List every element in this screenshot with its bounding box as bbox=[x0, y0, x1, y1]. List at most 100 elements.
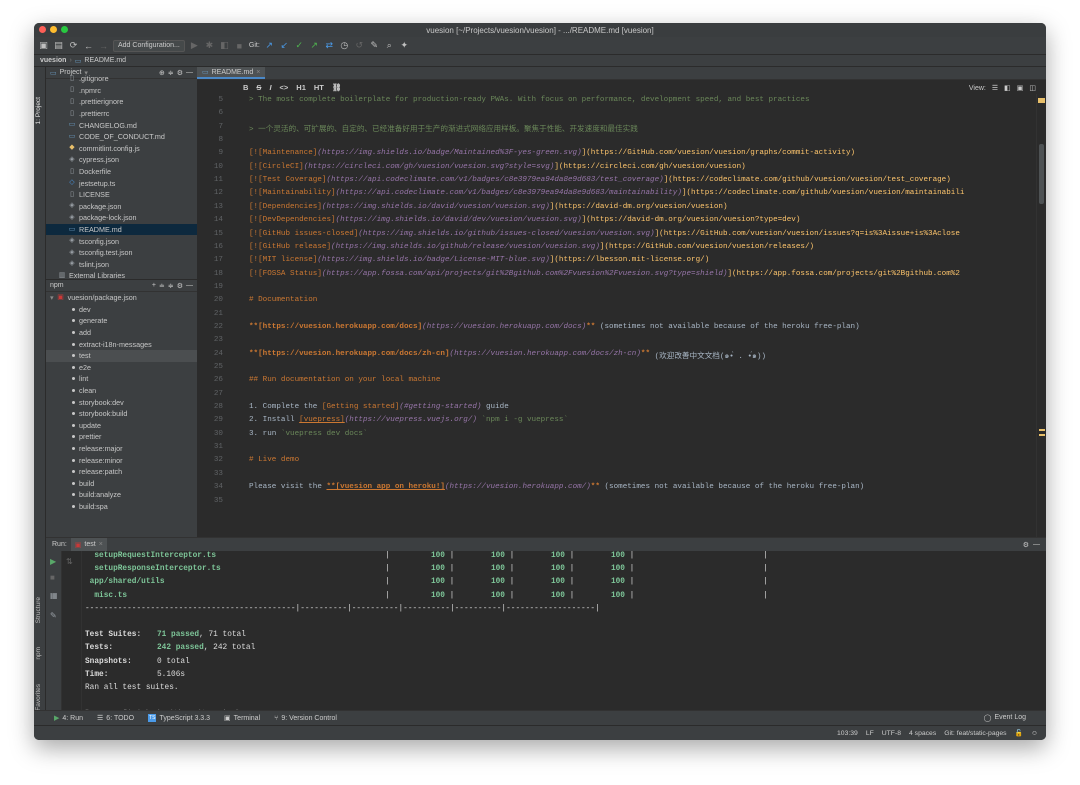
git-pull-icon[interactable]: ↙ bbox=[279, 40, 290, 51]
collapse-icon[interactable]: ≑ bbox=[168, 282, 174, 290]
open-folder-icon[interactable]: ▣ bbox=[38, 40, 49, 51]
scroll-thumb[interactable] bbox=[1039, 144, 1044, 204]
wrench-icon[interactable]: ✎ bbox=[369, 40, 380, 51]
git-push-icon[interactable]: ↗ bbox=[309, 40, 320, 51]
hide-icon[interactable]: — bbox=[1033, 541, 1046, 548]
caret-position[interactable]: 103:39 bbox=[837, 730, 858, 737]
debug-icon[interactable]: ✱ bbox=[204, 40, 215, 51]
breadcrumb-project[interactable]: vuesion bbox=[40, 57, 66, 64]
npm-script-item[interactable]: build bbox=[46, 478, 197, 490]
file-tree-item[interactable]: ▭ CHANGELOG.md bbox=[46, 119, 197, 131]
npm-script-item[interactable]: test bbox=[46, 349, 197, 362]
indent-setting[interactable]: 4 spaces bbox=[909, 730, 936, 737]
close-window-button[interactable] bbox=[39, 26, 46, 33]
save-icon[interactable]: ▤ bbox=[53, 40, 64, 51]
run-icon[interactable]: ▶ bbox=[189, 40, 200, 51]
file-tree-item[interactable]: ▥ External Libraries bbox=[46, 270, 197, 279]
coverage-icon[interactable]: ◧ bbox=[219, 40, 230, 51]
close-icon[interactable]: × bbox=[99, 541, 103, 548]
file-tree-item[interactable]: ▭ CODE_OF_CONDUCT.md bbox=[46, 131, 197, 143]
git-branch[interactable]: Git: feat/static-pages bbox=[944, 730, 1006, 737]
add-icon[interactable]: + bbox=[152, 282, 156, 289]
add-configuration-button[interactable]: Add Configuration... bbox=[113, 39, 185, 52]
file-tree-item[interactable]: ▯ LICENSE bbox=[46, 189, 197, 201]
layout-icon[interactable]: ◫ bbox=[1029, 84, 1036, 92]
minimize-window-button[interactable] bbox=[50, 26, 57, 33]
gear-icon[interactable]: ⚙ bbox=[177, 69, 183, 77]
stop-icon[interactable]: ■ bbox=[234, 40, 245, 51]
close-icon[interactable]: × bbox=[256, 69, 260, 76]
npm-script-item[interactable]: build:analyze bbox=[46, 489, 197, 501]
npm-tool-button[interactable]: npm bbox=[35, 647, 42, 660]
npm-script-item[interactable]: dev bbox=[46, 304, 197, 316]
hide-icon[interactable]: — bbox=[186, 282, 197, 289]
file-tree-item[interactable]: ◆ commitlint.config.js bbox=[46, 143, 197, 155]
npm-script-item[interactable]: clean bbox=[46, 385, 197, 397]
gear-icon[interactable]: ⚙ bbox=[1023, 541, 1029, 549]
line-separator[interactable]: LF bbox=[866, 730, 874, 737]
heading-type-button[interactable]: HT bbox=[314, 83, 324, 92]
editor-scrollbar[interactable] bbox=[1036, 94, 1046, 537]
file-tree-item[interactable]: ▭ README.md bbox=[46, 223, 197, 236]
event-log-button[interactable]: ◯ Event Log bbox=[984, 714, 1026, 722]
stop-icon[interactable]: ■ bbox=[50, 573, 55, 582]
git-commit-icon[interactable]: ✓ bbox=[294, 40, 305, 51]
file-encoding[interactable]: UTF-8 bbox=[882, 730, 901, 737]
file-tree-item[interactable]: ◇ jestsetup.ts bbox=[46, 177, 197, 189]
npm-script-item[interactable]: release:major bbox=[46, 443, 197, 455]
npm-script-item[interactable]: build:spa bbox=[46, 501, 197, 513]
breadcrumb-file[interactable]: README.md bbox=[84, 57, 126, 64]
expand-icon[interactable]: ≐ bbox=[159, 282, 165, 290]
npm-script-item[interactable]: prettier bbox=[46, 431, 197, 443]
file-tree-item[interactable]: ◈ tsconfig.test.json bbox=[46, 247, 197, 259]
locate-icon[interactable]: ⊕ bbox=[159, 69, 165, 77]
tool-window-button[interactable]: ⑂ 9: Version Control bbox=[274, 715, 337, 722]
tab-readme[interactable]: ▭ README.md × bbox=[197, 67, 266, 79]
pin-icon[interactable]: ✎ bbox=[50, 611, 57, 620]
tool-window-button[interactable]: TS TypeScript 3.3.3 bbox=[148, 714, 210, 722]
hide-icon[interactable]: — bbox=[186, 69, 197, 76]
file-tree-item[interactable]: ◈ tsconfig.json bbox=[46, 235, 197, 247]
npm-script-item[interactable]: update bbox=[46, 420, 197, 432]
npm-script-item[interactable]: storybook:build bbox=[46, 408, 197, 420]
git-compare-icon[interactable]: ⇄ bbox=[324, 40, 335, 51]
gear-icon[interactable]: ⚙ bbox=[177, 282, 183, 290]
sync-icon[interactable]: ⟳ bbox=[68, 40, 79, 51]
npm-root[interactable]: ▾ ▣ vuesion/package.json bbox=[46, 292, 197, 304]
file-tree-item[interactable]: ▯ Dockerfile bbox=[46, 166, 197, 178]
npm-script-item[interactable]: add bbox=[46, 327, 197, 339]
npm-script-item[interactable]: lint bbox=[46, 373, 197, 385]
npm-script-item[interactable]: extract-i18n-messages bbox=[46, 338, 197, 350]
file-tree-item[interactable]: ◈ package.json bbox=[46, 201, 197, 213]
project-tool-button[interactable]: 1: Project bbox=[35, 97, 42, 124]
console-output[interactable]: setupRequestInterceptor.ts | 100 | 100 | 100… bbox=[85, 552, 1040, 718]
file-tree-item[interactable]: ◈ cypress.json bbox=[46, 154, 197, 166]
tool-window-button[interactable]: ▣ Terminal bbox=[224, 714, 260, 723]
file-tree-item[interactable]: ◈ tslint.json bbox=[46, 259, 197, 271]
search-icon[interactable]: ⌕ bbox=[384, 40, 395, 51]
file-tree-item[interactable]: ▯ .prettierrc bbox=[46, 108, 197, 120]
file-tree-item[interactable]: ▯ .gitignore bbox=[46, 73, 197, 85]
git-update-icon[interactable]: ↗ bbox=[264, 40, 275, 51]
npm-script-item[interactable]: release:minor bbox=[46, 454, 197, 466]
file-tree-item[interactable]: ◈ package-lock.json bbox=[46, 212, 197, 224]
history-icon[interactable]: ◷ bbox=[339, 40, 350, 51]
lock-icon[interactable]: 🔓 bbox=[1015, 729, 1023, 737]
revert-icon[interactable]: ↺ bbox=[354, 40, 365, 51]
collapse-icon[interactable]: ≑ bbox=[168, 69, 174, 77]
npm-script-item[interactable]: e2e bbox=[46, 362, 197, 374]
italic-button[interactable]: I bbox=[269, 83, 271, 92]
file-tree-item[interactable]: ▯ .npmrc bbox=[46, 85, 197, 97]
tool-window-button[interactable]: ☰ 6: TODO bbox=[97, 714, 134, 723]
back-arrow-icon[interactable]: ← bbox=[83, 40, 94, 51]
run-tab-test[interactable]: ▣ test × bbox=[70, 538, 107, 551]
strikethrough-button[interactable]: S bbox=[256, 83, 261, 92]
preview-only-icon[interactable]: ▣ bbox=[1017, 84, 1024, 92]
bold-button[interactable]: B bbox=[243, 83, 248, 92]
code-button[interactable]: <> bbox=[280, 83, 289, 92]
plugins-icon[interactable]: ✦ bbox=[399, 40, 410, 51]
npm-script-item[interactable]: release:patch bbox=[46, 466, 197, 478]
tool-window-button[interactable]: ▶ 4: Run bbox=[54, 714, 83, 723]
sort-icon[interactable]: ⇅ bbox=[66, 557, 73, 566]
maximize-window-button[interactable] bbox=[61, 26, 68, 33]
